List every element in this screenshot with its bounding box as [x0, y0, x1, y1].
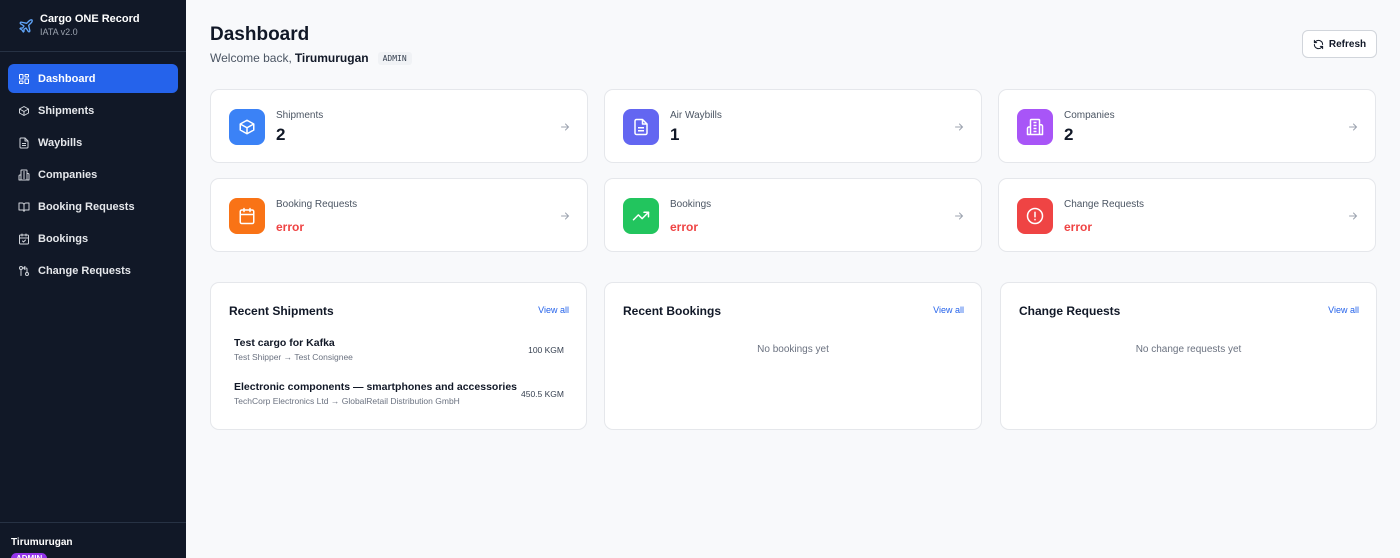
sidebar-item-dashboard[interactable]: Dashboard — [8, 64, 178, 93]
role-badge: ADMIN — [377, 51, 412, 65]
stat-label: Bookings — [670, 199, 712, 210]
stat-value: error — [1064, 220, 1093, 234]
shipment-weight: 100 KGM — [528, 345, 564, 355]
building-icon — [1026, 118, 1044, 136]
stat-value: error — [670, 220, 699, 234]
box-icon — [239, 119, 255, 135]
page-title: Dashboard — [210, 24, 310, 45]
sidebar-item-label: Change Requests — [38, 264, 131, 277]
main-content: Dashboard Welcome back, Tirumurugan ADMI… — [186, 0, 1400, 558]
document-icon — [634, 118, 648, 136]
refresh-label: Refresh — [1328, 38, 1367, 50]
stat-card-air-waybills[interactable]: Air Waybills 1 — [604, 89, 982, 163]
building-icon — [18, 169, 30, 181]
trending-up-icon — [632, 211, 650, 221]
sidebar-item-label: Dashboard — [38, 72, 96, 85]
calendar-icon — [239, 207, 255, 225]
arrow-right-icon — [953, 121, 965, 133]
view-all-link[interactable]: View all — [1328, 305, 1359, 315]
book-icon — [18, 201, 30, 213]
welcome-username: Tirumurugan — [294, 51, 369, 65]
brand-title: Cargo ONE Record — [40, 13, 140, 25]
sidebar-item-label: Booking Requests — [38, 200, 135, 213]
stat-card-shipments[interactable]: Shipments 2 — [210, 89, 588, 163]
stat-label: Companies — [1064, 110, 1115, 121]
arrow-right-icon — [1347, 121, 1359, 133]
sidebar-role-badge: ADMIN — [11, 553, 48, 558]
stat-value: 1 — [670, 125, 680, 144]
document-icon — [18, 137, 30, 149]
shipment-route: TechCorp Electronics Ltd → GlobalRetail … — [234, 396, 460, 406]
stat-card-bookings[interactable]: Bookings error — [604, 178, 982, 252]
stat-tile — [229, 198, 265, 234]
shipment-name: Electronic components — smartphones and … — [234, 381, 518, 393]
sidebar-item-label: Waybills — [38, 136, 83, 149]
calendar-check-icon — [18, 233, 30, 245]
stat-tile — [229, 109, 265, 145]
brand[interactable]: Cargo ONE Record IATA v2.0 — [0, 0, 186, 52]
sidebar-item-shipments[interactable]: Shipments — [8, 96, 178, 125]
sidebar-item-label: Shipments — [38, 104, 95, 117]
sidebar-item-companies[interactable]: Companies — [8, 160, 178, 189]
sidebar-item-label: Bookings — [38, 232, 89, 245]
stat-card-change-requests[interactable]: Change Requests error — [998, 178, 1376, 252]
sidebar-username: Tirumurugan — [11, 537, 73, 548]
empty-state: No bookings yet — [757, 344, 829, 355]
sidebar-item-change-requests[interactable]: Change Requests — [8, 256, 178, 285]
sidebar-item-label: Companies — [38, 168, 98, 181]
arrow-right-icon — [559, 210, 571, 222]
list-item[interactable]: Electronic components — smartphones and … — [234, 381, 566, 413]
sidebar-item-bookings[interactable]: Bookings — [8, 224, 178, 253]
view-all-link[interactable]: View all — [933, 305, 964, 315]
empty-state: No change requests yet — [1135, 344, 1242, 355]
stat-value: 2 — [1064, 125, 1074, 144]
arrow-right-icon — [1347, 210, 1359, 222]
stat-label: Change Requests — [1064, 199, 1145, 210]
stat-card-companies[interactable]: Companies 2 — [998, 89, 1376, 163]
panel-title: Recent Bookings — [623, 304, 722, 318]
stat-tile — [1017, 198, 1053, 234]
alert-circle-icon — [1026, 207, 1044, 225]
plane-icon — [18, 18, 34, 34]
sidebar-user[interactable]: Tirumurugan ADMIN — [0, 522, 186, 558]
sidebar-item-booking-requests[interactable]: Booking Requests — [8, 192, 178, 221]
stat-card-booking-requests[interactable]: Booking Requests error — [210, 178, 588, 252]
welcome-line: Welcome back, Tirumurugan ADMIN — [210, 51, 412, 65]
sidebar: Cargo ONE Record IATA v2.0 Dashboard Shi… — [0, 0, 186, 558]
stat-label: Air Waybills — [670, 110, 722, 121]
brand-subtitle: IATA v2.0 — [40, 27, 78, 37]
sidebar-nav: Dashboard Shipments Waybills Companies B… — [0, 52, 186, 285]
stat-tile — [1017, 109, 1053, 145]
recent-shipments-panel: Recent Shipments View all Test cargo for… — [210, 282, 587, 430]
grid-icon — [18, 73, 30, 85]
change-requests-panel: Change Requests View all No change reque… — [1000, 282, 1377, 430]
view-all-link[interactable]: View all — [538, 305, 569, 315]
stat-value: error — [276, 220, 305, 234]
shipment-weight: 450.5 KGM — [521, 389, 564, 399]
stat-tile — [623, 198, 659, 234]
stat-label: Shipments — [276, 110, 324, 121]
sidebar-item-waybills[interactable]: Waybills — [8, 128, 178, 157]
shipment-route: Test Shipper → Test Consignee — [234, 352, 353, 362]
welcome-prefix: Welcome back, — [210, 51, 292, 65]
list-item[interactable]: Test cargo for Kafka Test Shipper → Test… — [234, 337, 566, 369]
git-compare-icon — [18, 265, 30, 277]
stat-label: Booking Requests — [276, 199, 358, 210]
arrow-right-icon — [953, 210, 965, 222]
arrow-right-icon — [559, 121, 571, 133]
shipment-name: Test cargo for Kafka — [234, 337, 335, 349]
refresh-button[interactable]: Refresh — [1302, 30, 1377, 58]
stat-tile — [623, 109, 659, 145]
box-icon — [18, 105, 30, 117]
panel-title: Recent Shipments — [229, 304, 334, 318]
stat-value: 2 — [276, 125, 286, 144]
panel-title: Change Requests — [1019, 304, 1121, 318]
refresh-icon — [1313, 39, 1324, 50]
recent-bookings-panel: Recent Bookings View all No bookings yet — [604, 282, 982, 430]
